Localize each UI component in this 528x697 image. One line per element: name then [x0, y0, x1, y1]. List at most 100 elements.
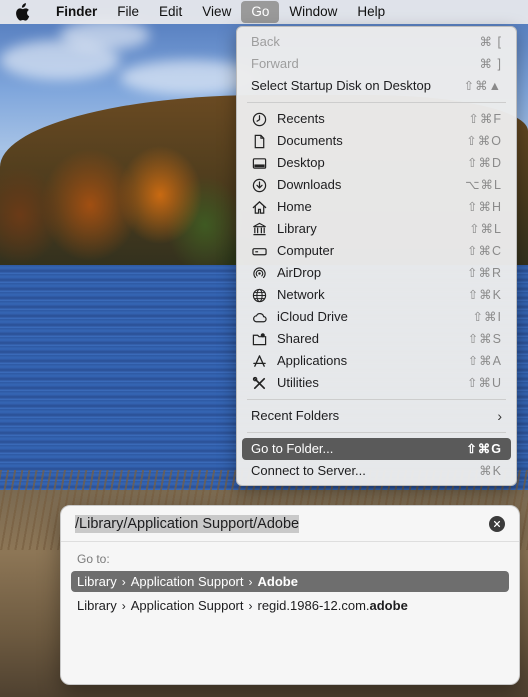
airdrop-icon — [251, 265, 267, 281]
menu-finder[interactable]: Finder — [50, 1, 107, 23]
menu-item-label: Recents — [277, 111, 325, 126]
download-icon — [251, 177, 267, 193]
desktop-icon — [251, 155, 267, 171]
menu-item-forward[interactable]: Forward ⌘ ] — [242, 53, 511, 75]
shortcut: ⇧⌘C — [466, 244, 502, 258]
shortcut: ⇧⌘G — [466, 442, 502, 456]
chevron-right-icon: › — [497, 408, 502, 424]
applications-icon — [251, 353, 267, 369]
shortcut: ⇧⌘L — [469, 222, 502, 236]
menu-item-label: Select Startup Disk on Desktop — [251, 78, 431, 93]
home-icon — [251, 199, 267, 215]
menu-item-utilities[interactable]: Utilities ⇧⌘U — [242, 372, 511, 394]
menu-item-label: Connect to Server... — [251, 463, 366, 478]
shortcut: ⇧⌘F — [468, 112, 502, 126]
document-icon — [251, 133, 267, 149]
shortcut: ⇧⌘A — [467, 354, 502, 368]
menu-separator — [247, 102, 506, 103]
menu-edit[interactable]: Edit — [149, 1, 192, 23]
menu-item-documents[interactable]: Documents ⇧⌘O — [242, 130, 511, 152]
library-icon — [251, 221, 267, 237]
menu-item-label: Desktop — [277, 155, 325, 170]
menu-item-airdrop[interactable]: AirDrop ⇧⌘R — [242, 262, 511, 284]
menu-window[interactable]: Window — [279, 1, 347, 23]
path-segment: Application Support — [130, 598, 244, 613]
shortcut: ⇧⌘▲ — [463, 79, 502, 93]
shortcut: ⌘ ] — [479, 57, 502, 71]
go-to-label: Go to: — [77, 552, 110, 566]
menu-item-applications[interactable]: Applications ⇧⌘A — [242, 350, 511, 372]
menu-item-label: Shared — [277, 331, 319, 346]
menu-item-label: Downloads — [277, 177, 342, 192]
shortcut: ⇧⌘K — [467, 288, 502, 302]
chevron-right-icon: › — [248, 575, 253, 589]
shortcut: ⇧⌘R — [466, 266, 502, 280]
menu-item-desktop[interactable]: Desktop ⇧⌘D — [242, 152, 511, 174]
menu-item-downloads[interactable]: Downloads ⌥⌘L — [242, 174, 511, 196]
menu-item-label: Back — [251, 34, 280, 49]
computer-icon — [251, 243, 267, 259]
menu-item-home[interactable]: Home ⇧⌘H — [242, 196, 511, 218]
path-segment: Application Support — [130, 574, 244, 589]
menu-item-network[interactable]: Network ⇧⌘K — [242, 284, 511, 306]
path-match: Adobe — [257, 574, 298, 589]
shortcut: ⇧⌘O — [466, 134, 502, 148]
menu-go[interactable]: Go — [241, 1, 280, 23]
menu-item-label: Utilities — [277, 375, 319, 390]
path-segment: Library — [77, 574, 117, 589]
menu-item-recent-folders[interactable]: Recent Folders › — [242, 405, 511, 427]
apple-menu-icon[interactable] — [14, 1, 32, 23]
menu-item-computer[interactable]: Computer ⇧⌘C — [242, 240, 511, 262]
chevron-right-icon: › — [121, 575, 126, 589]
go-to-folder-panel: /Library/Application Support/Adobe Go to… — [60, 505, 520, 685]
menu-item-icloud-drive[interactable]: iCloud Drive ⇧⌘I — [242, 306, 511, 328]
menu-item-label: Forward — [251, 56, 299, 71]
menu-item-label: Documents — [277, 133, 343, 148]
menu-item-label: iCloud Drive — [277, 309, 348, 324]
chevron-right-icon: › — [121, 599, 126, 613]
menu-item-recents[interactable]: Recents ⇧⌘F — [242, 108, 511, 130]
path-segment: regid.1986-12.com. — [257, 598, 370, 613]
shortcut: ⌥⌘L — [465, 178, 502, 192]
path-suggestion[interactable]: Library › Application Support › Adobe — [71, 571, 509, 592]
menu-item-go-to-folder[interactable]: Go to Folder... ⇧⌘G — [242, 438, 511, 460]
path-suggestion[interactable]: Library › Application Support › regid.1986-1… — [71, 595, 509, 616]
menu-view[interactable]: View — [192, 1, 241, 23]
shortcut: ⇧⌘H — [466, 200, 502, 214]
menu-item-label: Computer — [277, 243, 335, 258]
go-menu-dropdown: Back ⌘ [ Forward ⌘ ] Select Startup Disk… — [236, 26, 517, 486]
menu-item-label: Recent Folders — [251, 408, 340, 423]
shortcut: ⇧⌘I — [472, 310, 502, 324]
shared-folder-icon — [251, 331, 267, 347]
menu-bar: Finder File Edit View Go Window Help — [0, 0, 528, 24]
menu-item-select-startup-disk[interactable]: Select Startup Disk on Desktop ⇧⌘▲ — [242, 75, 511, 97]
menu-item-label: Go to Folder... — [251, 441, 334, 456]
menu-item-shared[interactable]: Shared ⇧⌘S — [242, 328, 511, 350]
menu-item-library[interactable]: Library ⇧⌘L — [242, 218, 511, 240]
shortcut: ⌘ [ — [479, 35, 502, 49]
clear-icon[interactable] — [489, 515, 505, 532]
utilities-icon — [251, 375, 267, 391]
shortcut: ⇧⌘D — [466, 156, 502, 170]
shortcut: ⌘K — [479, 464, 502, 478]
shortcut: ⇧⌘U — [466, 376, 502, 390]
chevron-right-icon: › — [248, 599, 253, 613]
path-input[interactable]: /Library/Application Support/Adobe — [75, 514, 489, 533]
path-text: /Library/Application Support/Adobe — [75, 514, 300, 533]
menu-item-label: AirDrop — [277, 265, 322, 280]
shortcut: ⇧⌘S — [467, 332, 502, 346]
path-segment: Library — [77, 598, 117, 613]
menu-item-connect-to-server[interactable]: Connect to Server... ⌘K — [242, 460, 511, 482]
cloud-icon — [251, 309, 267, 325]
globe-icon — [251, 287, 267, 303]
menu-item-label: Network — [277, 287, 325, 302]
menu-item-label: Applications — [277, 353, 348, 368]
path-match: adobe — [369, 598, 408, 613]
menu-item-label: Home — [277, 199, 312, 214]
path-field-row: /Library/Application Support/Adobe — [61, 506, 519, 542]
menu-help[interactable]: Help — [347, 1, 395, 23]
menu-item-label: Library — [277, 221, 317, 236]
menu-separator — [247, 399, 506, 400]
menu-item-back[interactable]: Back ⌘ [ — [242, 31, 511, 53]
menu-file[interactable]: File — [107, 1, 149, 23]
